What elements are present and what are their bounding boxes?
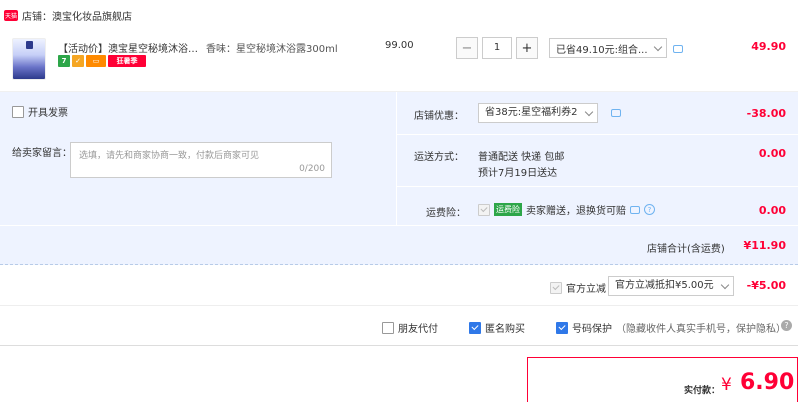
- coupon-select[interactable]: 省38元:星空福利券2: [478, 103, 598, 123]
- insurance-badge: 运费险: [494, 203, 522, 216]
- message-placeholder: 选填，请先和商家协商一致，付款后商家可见: [79, 151, 260, 161]
- anonymous-label: 匿名购买: [485, 324, 525, 335]
- anonymous-option[interactable]: 匿名购买: [469, 320, 525, 335]
- help-icon[interactable]: ?: [644, 204, 655, 215]
- privacy-checkbox[interactable]: [556, 321, 568, 334]
- divider: [0, 305, 798, 306]
- official-discount-select[interactable]: 官方立减抵扣¥5.00元: [608, 276, 734, 296]
- friend-pay-checkbox[interactable]: [382, 321, 394, 334]
- anonymous-checkbox[interactable]: [469, 321, 481, 334]
- privacy-desc: （隐藏收件人真实手机号，保护隐私）: [616, 324, 786, 335]
- shield-icon: ✓: [72, 55, 84, 67]
- invoice-label: 开具发票: [28, 108, 68, 119]
- item-discount-value: 已省49.10元:组合...: [556, 44, 648, 56]
- seven-day-return-icon: 7: [58, 55, 70, 67]
- product-title[interactable]: 【活动价】澳宝星空秘境沐浴露...: [58, 40, 206, 55]
- official-discount-checkbox: [550, 281, 562, 294]
- chevron-down-icon: [720, 280, 730, 290]
- store-total-label: 店铺合计(含运费): [647, 244, 725, 255]
- friend-pay-label: 朋友代付: [398, 324, 438, 335]
- coupon-icon: ▭: [86, 55, 106, 67]
- friend-pay-option[interactable]: 朋友代付: [382, 320, 438, 335]
- chat-icon[interactable]: [673, 45, 683, 53]
- insurance-option: 运费险 卖家赠送，退换货可赔 ?: [478, 202, 655, 217]
- official-discount-option: 官方立减: [550, 280, 606, 295]
- insurance-checkbox: [478, 203, 490, 216]
- chat-icon[interactable]: [630, 205, 640, 214]
- insurance-label: 运费险：: [426, 208, 466, 219]
- quantity-input[interactable]: 1: [482, 37, 512, 59]
- delivery-amount: 0.00: [758, 147, 786, 160]
- delivery-label: 运送方式：: [414, 152, 464, 163]
- message-label: 给卖家留言：: [12, 148, 72, 159]
- insurance-desc: 卖家赠送，退换货可赔: [526, 206, 626, 217]
- item-discount-select[interactable]: 已省49.10元:组合...: [549, 38, 667, 58]
- item-total: 49.90: [751, 40, 786, 53]
- increase-button[interactable]: +: [516, 37, 538, 59]
- divider: [0, 345, 798, 346]
- invoice-option[interactable]: 开具发票: [12, 104, 68, 119]
- divider: [397, 134, 798, 135]
- store-row: 天猫 店铺： 澳宝化妆品旗舰店: [0, 0, 798, 30]
- delivery-method: 普通配送 快递 包邮: [478, 152, 565, 163]
- store-label: 店铺：: [22, 11, 52, 23]
- product-tags: 7 ✓ ▭ 狂暑季: [58, 55, 146, 67]
- chevron-down-icon: [584, 107, 594, 117]
- coupon-label: 店铺优惠：: [414, 111, 464, 122]
- coupon-value: 省38元:星空福利券2: [485, 107, 578, 118]
- payment-label: 实付款：: [684, 386, 721, 396]
- chevron-down-icon: [653, 42, 663, 52]
- seller-message-input[interactable]: 选填，请先和商家协商一致，付款后商家可见 0/200: [70, 142, 332, 178]
- help-icon[interactable]: ?: [781, 320, 792, 331]
- promo-badge: 狂暑季: [108, 55, 146, 67]
- insurance-amount: 0.00: [758, 204, 786, 217]
- official-discount-amount: -¥5.00: [746, 279, 786, 292]
- payment-amount: 6.90: [740, 370, 795, 395]
- coupon-amount: -38.00: [746, 107, 786, 120]
- invoice-checkbox[interactable]: [12, 105, 24, 118]
- store-total-amount: ¥11.90: [743, 239, 786, 252]
- privacy-label: 号码保护: [572, 324, 612, 335]
- official-discount-value: 官方立减抵扣¥5.00元: [615, 280, 714, 291]
- chat-icon[interactable]: [611, 109, 621, 117]
- privacy-option[interactable]: 号码保护 （隐藏收件人真实手机号，保护隐私）: [556, 320, 786, 335]
- divider: [397, 186, 798, 187]
- delivery-eta: 预计7月19日送达: [478, 168, 558, 179]
- panel-divider: [396, 92, 397, 225]
- unit-price: 99.00: [385, 40, 414, 51]
- tmall-icon: 天猫: [4, 9, 18, 21]
- product-sku: 香味：星空秘境沐浴露300ml: [206, 44, 338, 55]
- store-name[interactable]: 澳宝化妆品旗舰店: [52, 8, 132, 23]
- decrease-button[interactable]: −: [456, 37, 478, 59]
- message-char-count: 0/200: [299, 164, 325, 174]
- official-discount-label: 官方立减: [566, 284, 606, 295]
- divider: [0, 225, 798, 226]
- payment-currency: ¥: [721, 375, 732, 395]
- product-thumbnail[interactable]: [12, 38, 46, 80]
- quantity-stepper: − 1 +: [456, 37, 538, 59]
